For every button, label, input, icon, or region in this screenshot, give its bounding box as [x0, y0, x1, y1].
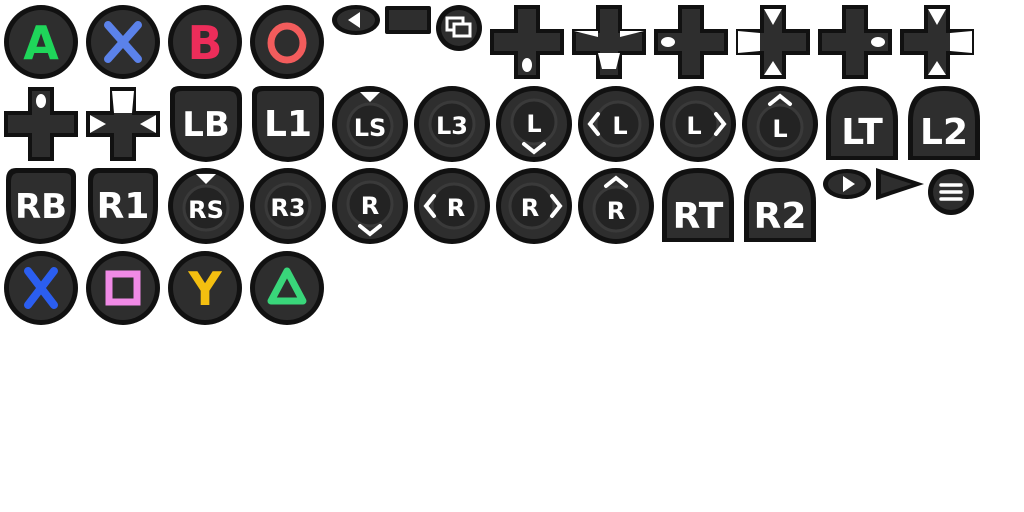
- dpad-up-icon: [2, 85, 80, 163]
- xbox-x-button-icon: [84, 3, 162, 81]
- ps-triangle-button-icon: [248, 249, 326, 327]
- xbox-y-letter: Y: [187, 262, 222, 316]
- lt-label: LT: [841, 112, 883, 153]
- xbox-a-letter: A: [23, 16, 59, 70]
- dpad-diagonal-up-icon: [84, 85, 162, 163]
- dpad-left-right-icon: [652, 3, 730, 81]
- rt-label: RT: [673, 196, 724, 237]
- r3-label: R3: [270, 194, 305, 222]
- dpad-horizontal-icon: [816, 3, 894, 81]
- xbox-a-button-icon: A: [2, 3, 80, 81]
- view-button-icon: [331, 4, 381, 36]
- r-stick-right-icon: R: [494, 166, 574, 246]
- l-stick-down-icon: L: [494, 84, 574, 164]
- ps-circle-button-icon: [248, 3, 326, 81]
- r-stick-up-icon: R: [576, 166, 656, 246]
- rb-label: RB: [15, 187, 67, 227]
- ls-stick-icon: LS: [330, 84, 410, 164]
- start-button-icon: [874, 166, 926, 202]
- r-down-label: R: [361, 192, 379, 220]
- l-stick-right-icon: L: [658, 84, 738, 164]
- ps-cross-button-icon: [2, 249, 80, 327]
- dpad-icon: [488, 3, 566, 81]
- l2-trigger-icon: L2: [904, 84, 984, 164]
- r3-stick-icon: R3: [248, 166, 328, 246]
- rs-label: RS: [188, 196, 224, 224]
- l-right-label: L: [686, 112, 701, 140]
- r-stick-down-icon: R: [330, 166, 410, 246]
- l1-label: L1: [264, 104, 312, 145]
- l3-stick-icon: L3: [412, 84, 492, 164]
- dpad-diagonal-left-right-icon: [734, 3, 812, 81]
- controller-glyph-sheet: A B LB L1 LS L3 L L L L LT L2 RB R1 RS R…: [0, 0, 1024, 512]
- lt-trigger-icon: LT: [822, 84, 902, 164]
- l-stick-up-icon: L: [740, 84, 820, 164]
- rs-stick-icon: RS: [166, 166, 246, 246]
- r2-label: R2: [754, 196, 807, 237]
- l-up-label: L: [772, 115, 787, 143]
- r1-label: R1: [97, 186, 150, 227]
- rb-bumper-icon: RB: [2, 166, 80, 246]
- xbox-b-letter: B: [187, 16, 222, 70]
- l-left-label: L: [612, 112, 627, 140]
- dpad-diagonal-icon: [570, 3, 648, 81]
- r2-trigger-icon: R2: [740, 166, 820, 246]
- xbox-y-button-icon: Y: [166, 249, 244, 327]
- ps-square-button-icon: [84, 249, 162, 327]
- r-left-label: R: [447, 194, 465, 222]
- l-stick-left-icon: L: [576, 84, 656, 164]
- r-right-label: R: [521, 194, 539, 222]
- l1-bumper-icon: L1: [248, 84, 326, 164]
- l3-label: L3: [436, 112, 468, 140]
- touchpad-icon: [383, 4, 433, 36]
- l-down-label: L: [526, 110, 541, 138]
- r-up-label: R: [607, 197, 625, 225]
- xbox-view-button-icon: [434, 4, 484, 52]
- rt-trigger-icon: RT: [658, 166, 738, 246]
- lb-bumper-icon: LB: [166, 84, 244, 164]
- menu-button-icon: [822, 168, 872, 200]
- ls-label: LS: [354, 114, 387, 142]
- r-stick-left-icon: R: [412, 166, 492, 246]
- dpad-diagonal-right-icon: [898, 3, 976, 81]
- lb-label: LB: [182, 105, 230, 145]
- l2-label: L2: [920, 112, 968, 153]
- xbox-b-button-icon: B: [166, 3, 244, 81]
- r1-bumper-icon: R1: [84, 166, 162, 246]
- options-button-icon: [926, 168, 976, 216]
